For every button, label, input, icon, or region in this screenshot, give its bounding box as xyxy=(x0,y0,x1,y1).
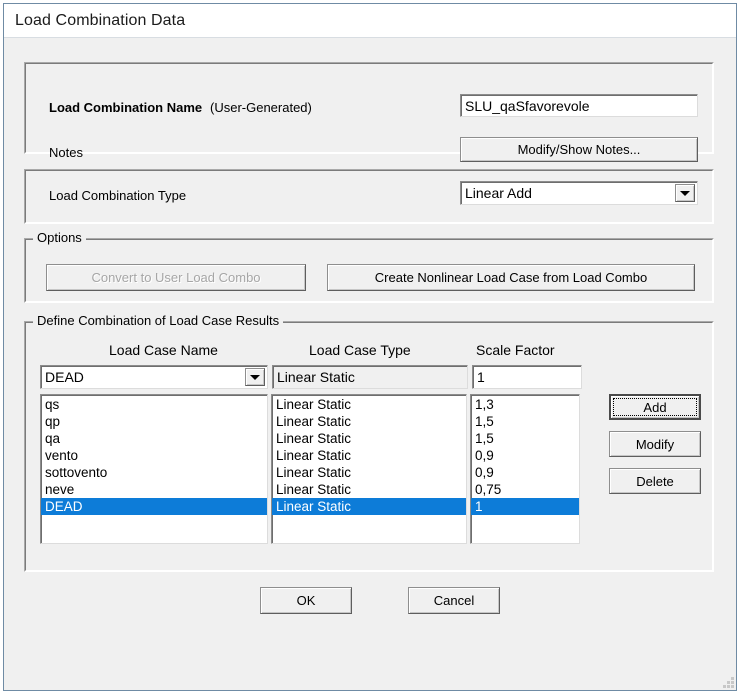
list-item[interactable]: Linear Static xyxy=(272,481,466,498)
modify-button-label: Modify xyxy=(635,436,675,452)
load-case-name-select[interactable]: DEAD xyxy=(40,365,268,389)
list-item-selected[interactable]: Linear Static xyxy=(272,498,466,515)
dialog-window: Load Combination Data Load Combination N… xyxy=(3,3,737,691)
load-combination-type-value: Linear Add xyxy=(465,185,532,201)
cancel-button-label: Cancel xyxy=(433,593,475,608)
title-bar: Load Combination Data xyxy=(4,4,736,38)
scale-factor-value: 1 xyxy=(477,369,485,385)
modify-show-notes-label: Modify/Show Notes... xyxy=(517,142,641,157)
options-group-title: Options xyxy=(33,231,86,245)
cancel-button[interactable]: Cancel xyxy=(408,587,500,614)
list-item[interactable]: Linear Static xyxy=(272,396,466,413)
modify-show-notes-button[interactable]: Modify/Show Notes... xyxy=(460,137,698,162)
list-item[interactable]: vento xyxy=(41,447,267,464)
list-item[interactable]: 0,75 xyxy=(471,481,579,498)
chevron-down-icon[interactable] xyxy=(245,368,265,386)
list-column-name[interactable]: qs qp qa vento sottovento neve DEAD xyxy=(40,394,268,544)
list-item[interactable]: 0,9 xyxy=(471,464,579,481)
load-combination-name-value: SLU_qaSfavorevole xyxy=(465,97,590,114)
create-nonlinear-load-case-button[interactable]: Create Nonlinear Load Case from Load Com… xyxy=(327,264,695,291)
scale-factor-input[interactable]: 1 xyxy=(472,365,582,389)
add-button-label: Add xyxy=(643,399,667,415)
load-case-type-field: Linear Static xyxy=(272,365,468,389)
load-case-list[interactable]: qs qp qa vento sottovento neve DEAD Line… xyxy=(40,394,585,544)
ok-button[interactable]: OK xyxy=(260,587,352,614)
list-column-scale[interactable]: 1,3 1,5 1,5 0,9 0,9 0,75 1 xyxy=(470,394,580,544)
load-combination-name-input[interactable]: SLU_qaSfavorevole xyxy=(460,94,698,117)
list-item-selected[interactable]: DEAD xyxy=(41,498,267,515)
ok-button-label: OK xyxy=(296,593,316,608)
list-item[interactable]: 1,5 xyxy=(471,430,579,447)
column-header-load-case-type: Load Case Type xyxy=(309,342,411,358)
list-item[interactable]: Linear Static xyxy=(272,413,466,430)
modify-button[interactable]: Modify xyxy=(609,431,701,457)
list-item[interactable]: qa xyxy=(41,430,267,447)
create-nonlinear-load-case-label: Create Nonlinear Load Case from Load Com… xyxy=(374,270,648,285)
list-item[interactable]: Linear Static xyxy=(272,430,466,447)
list-item[interactable]: 0,9 xyxy=(471,447,579,464)
load-combination-type-label: Load Combination Type xyxy=(49,188,187,203)
define-combination-group-title: Define Combination of Load Case Results xyxy=(33,314,284,328)
load-combination-name-label: Load Combination Name xyxy=(49,100,203,115)
dialog-body: Load Combination Name (User-Generated) S… xyxy=(4,38,736,690)
add-button[interactable]: Add xyxy=(609,394,701,420)
resize-grip[interactable] xyxy=(720,674,734,688)
list-item[interactable]: 1,3 xyxy=(471,396,579,413)
convert-to-user-load-combo-button[interactable]: Convert to User Load Combo xyxy=(46,264,306,291)
load-case-type-value: Linear Static xyxy=(277,369,355,385)
notes-label: Notes xyxy=(49,145,83,160)
load-case-name-value: DEAD xyxy=(45,369,84,385)
list-item[interactable]: Linear Static xyxy=(272,464,466,481)
delete-button[interactable]: Delete xyxy=(609,468,701,494)
list-item[interactable]: Linear Static xyxy=(272,447,466,464)
load-combination-type-select[interactable]: Linear Add xyxy=(460,181,698,205)
list-item[interactable]: qs xyxy=(41,396,267,413)
delete-button-label: Delete xyxy=(636,473,674,489)
list-item[interactable]: 1,5 xyxy=(471,413,579,430)
column-header-load-case-name: Load Case Name xyxy=(109,342,218,358)
user-generated-label: (User-Generated) xyxy=(210,100,312,115)
window-title: Load Combination Data xyxy=(15,11,186,29)
list-item[interactable]: neve xyxy=(41,481,267,498)
list-item[interactable]: sottovento xyxy=(41,464,267,481)
column-header-scale-factor: Scale Factor xyxy=(476,342,555,358)
convert-to-user-load-combo-label: Convert to User Load Combo xyxy=(91,270,261,285)
list-item[interactable]: qp xyxy=(41,413,267,430)
chevron-down-icon[interactable] xyxy=(675,184,695,202)
list-column-type[interactable]: Linear Static Linear Static Linear Stati… xyxy=(271,394,467,544)
list-item-selected[interactable]: 1 xyxy=(471,498,579,515)
